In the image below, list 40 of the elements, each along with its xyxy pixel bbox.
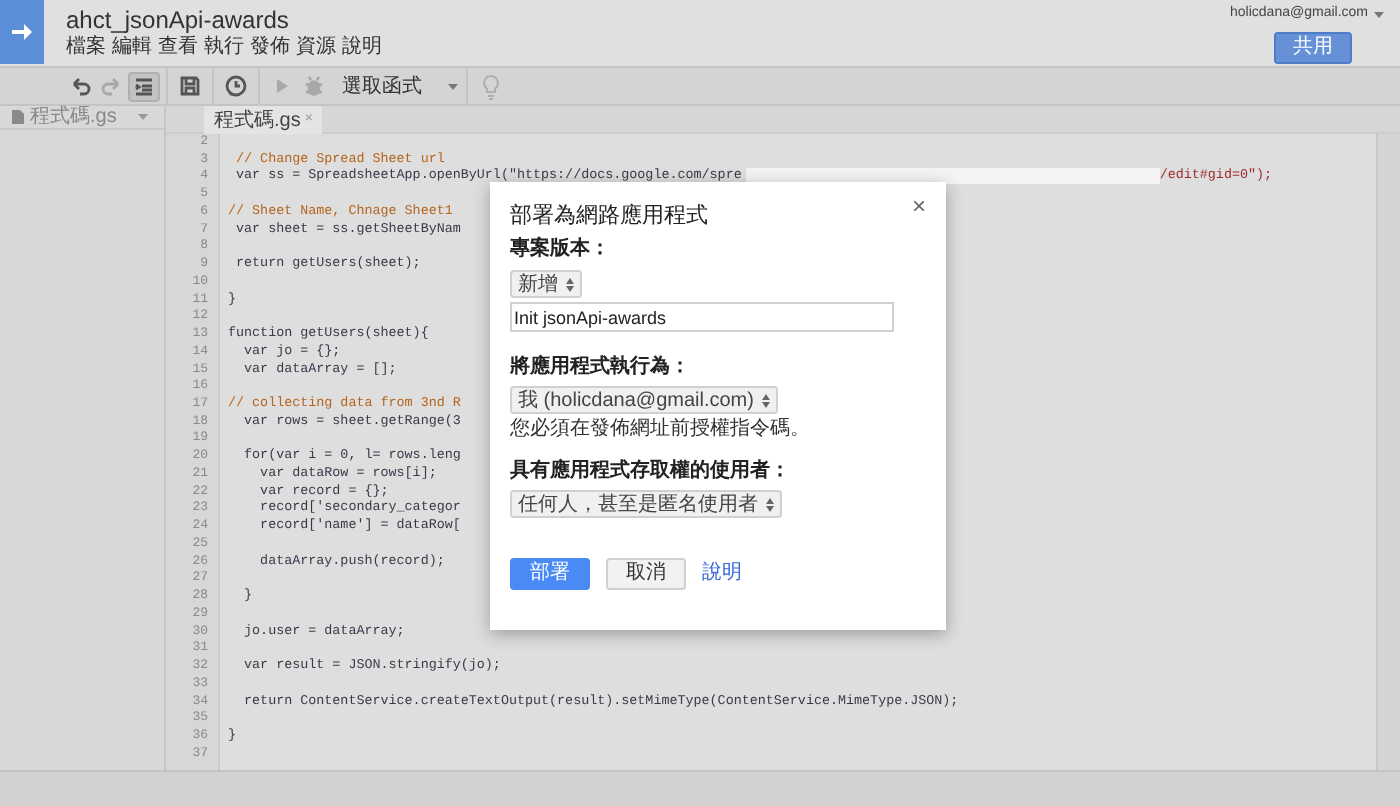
function-select[interactable]: 選取函式 <box>342 71 458 101</box>
arrow-icon <box>10 22 34 42</box>
app-logo[interactable] <box>0 0 44 64</box>
document-icon <box>12 110 24 124</box>
caret-icon <box>448 83 458 89</box>
dialog-title: 部署為網路應用程式 <box>510 202 708 230</box>
trigger-button[interactable] <box>220 71 252 101</box>
menu-item[interactable]: 資源 <box>296 36 336 60</box>
undo-icon <box>68 74 92 98</box>
menu-item[interactable]: 檔案 <box>66 36 106 60</box>
execute-as-select[interactable]: 我 (holicdana@gmail.com) <box>510 386 778 414</box>
version-select[interactable]: 新增 <box>510 270 582 298</box>
up-down-arrows-icon <box>566 277 574 291</box>
indent-button[interactable] <box>128 71 160 101</box>
menu-item[interactable]: 編輯 <box>112 36 152 60</box>
close-icon[interactable]: × <box>911 188 926 224</box>
scrollbar[interactable] <box>1376 134 1400 770</box>
save-icon <box>178 74 202 98</box>
caret-icon[interactable] <box>1374 11 1384 18</box>
authorization-note: 您必須在發佈網址前授權指令碼。 <box>510 418 812 442</box>
field-label: 將應用程式執行為： <box>510 356 692 380</box>
menu-item[interactable]: 查看 <box>158 36 198 60</box>
bug-icon <box>302 74 326 98</box>
clock-icon <box>224 74 248 98</box>
field-label: 具有應用程式存取權的使用者： <box>510 460 792 484</box>
help-link[interactable]: 說明 <box>702 562 742 586</box>
menu-item[interactable]: 執行 <box>204 36 244 60</box>
cancel-button[interactable]: 取消 <box>606 558 686 590</box>
project-title: ahct_jsonApi-awards <box>66 4 291 35</box>
up-down-arrows-icon <box>761 393 770 407</box>
caret-icon <box>138 114 148 120</box>
menu-item[interactable]: 說明 <box>342 36 382 60</box>
access-select[interactable]: 任何人，甚至是匿名使用者 <box>510 490 782 518</box>
field-label: 專案版本： <box>510 238 610 262</box>
menu-item[interactable]: 發佈 <box>250 36 290 60</box>
version-description-field[interactable]: Init jsonApi-awards <box>510 302 894 332</box>
up-down-arrows-icon <box>766 497 774 511</box>
indent-icon <box>132 74 156 98</box>
redo-icon <box>100 74 124 98</box>
lightbulb-icon <box>481 73 499 99</box>
